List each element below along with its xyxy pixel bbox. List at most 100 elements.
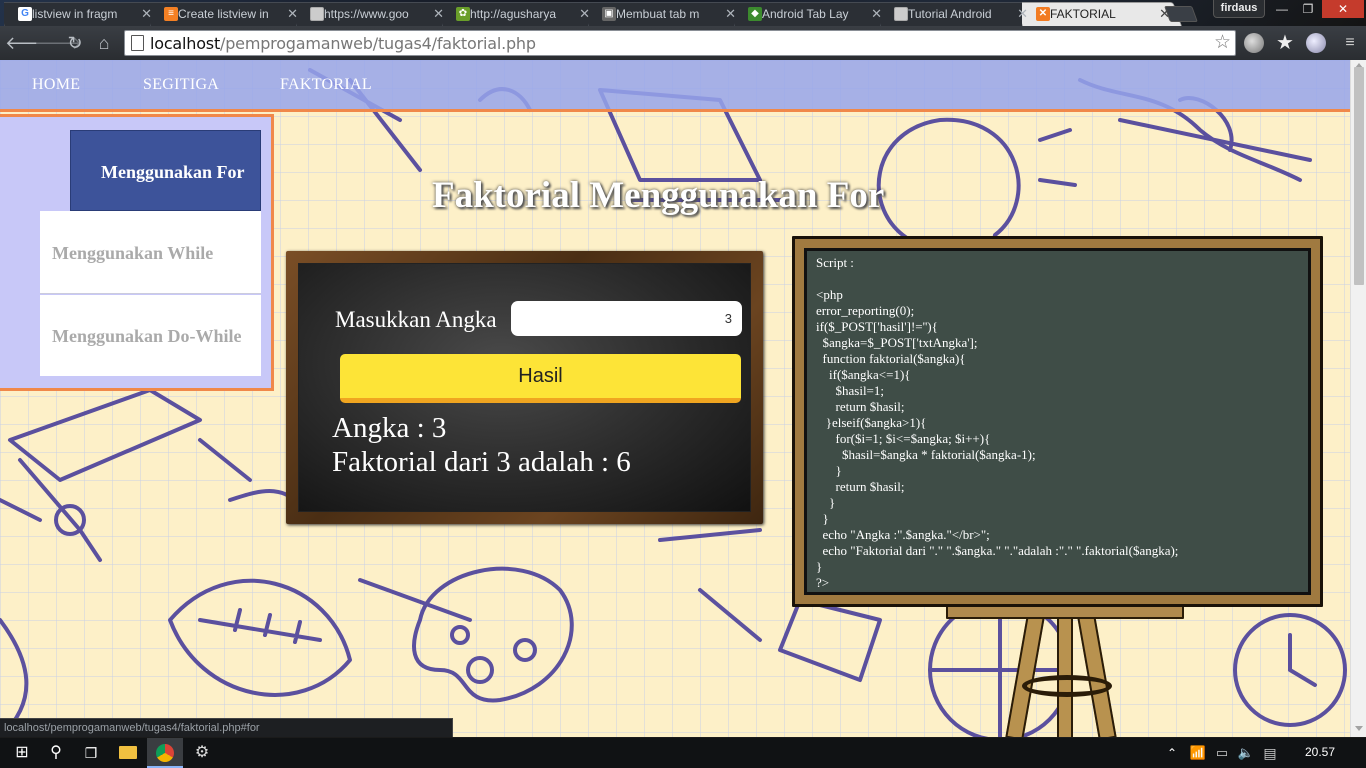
- browser-tab[interactable]: ▣ Membuat tab m ✕: [588, 2, 748, 26]
- result-angka: Angka : 3: [332, 412, 447, 444]
- code-line: echo "Angka :".$angka."</br>";: [816, 527, 990, 542]
- scroll-down-icon[interactable]: [1355, 726, 1363, 731]
- code-line: if($_POST['hasil']!=''){: [816, 319, 938, 334]
- hasil-button[interactable]: Hasil: [340, 354, 741, 403]
- angka-input[interactable]: [511, 301, 742, 336]
- chrome-taskbar-icon[interactable]: [147, 738, 183, 768]
- scrollbar-thumb[interactable]: [1354, 67, 1364, 285]
- browser-tab[interactable]: ✿ http://agusharya ✕: [442, 2, 602, 26]
- gear-favicon-icon: ✿: [456, 7, 470, 21]
- code-line: return $hasil;: [816, 479, 905, 494]
- code-line: return $hasil;: [816, 399, 905, 414]
- google-icon: G: [18, 7, 32, 21]
- code-line: ?>: [816, 575, 830, 590]
- url-host: localhost: [150, 34, 221, 53]
- close-tab-icon[interactable]: ✕: [1159, 2, 1170, 26]
- extension-icon[interactable]: [1306, 33, 1326, 53]
- code-line: Script :: [816, 255, 854, 270]
- code-line: }: [816, 559, 823, 574]
- back-icon[interactable]: 🡐: [5, 31, 53, 55]
- browser-tab[interactable]: https://www.goo ✕: [296, 2, 456, 26]
- stackoverflow-icon: ≡: [164, 7, 178, 21]
- menu-icon[interactable]: ≡: [1340, 33, 1360, 53]
- result-faktorial: Faktorial dari 3 adalah : 6: [332, 446, 631, 478]
- code-line: $hasil=1;: [816, 383, 885, 398]
- code-line: echo "Faktorial dari "." ".$angka." "."a…: [816, 543, 1179, 558]
- tray-chevron-icon[interactable]: ⌃: [1160, 738, 1184, 768]
- maximize-icon[interactable]: ❐: [1294, 0, 1322, 18]
- page-info-icon[interactable]: [131, 35, 144, 51]
- home-icon[interactable]: ⌂: [92, 31, 116, 55]
- bookmark-star-icon[interactable]: ☆: [1214, 31, 1231, 55]
- windows-start-icon[interactable]: ⊞: [4, 738, 40, 768]
- nav-faktorial[interactable]: FAKTORIAL: [280, 76, 372, 94]
- close-tab-icon[interactable]: ✕: [433, 2, 444, 26]
- browser-tab[interactable]: G listview in fragm ✕: [4, 2, 164, 26]
- close-tab-icon[interactable]: ✕: [1017, 2, 1028, 26]
- browser-tab-strip: G listview in fragm ✕ ≡ Create listview …: [0, 0, 1366, 26]
- profile-button[interactable]: firdaus: [1213, 0, 1265, 18]
- nav-segitiga[interactable]: SEGITIGA: [143, 76, 219, 94]
- close-tab-icon[interactable]: ✕: [725, 2, 736, 26]
- browser-tab-active[interactable]: ✕ FAKTORIAL ✕: [1022, 2, 1182, 26]
- top-navbar: HOME SEGITIGA FAKTORIAL: [0, 60, 1350, 112]
- close-window-icon[interactable]: ✕: [1322, 0, 1364, 18]
- chalkboard-form: Masukkan Angka Hasil Angka : 3 Faktorial…: [298, 263, 751, 512]
- nav-home[interactable]: HOME: [32, 76, 80, 94]
- volume-icon[interactable]: 🔈: [1234, 738, 1258, 768]
- browser-tab[interactable]: ◆ Android Tab Lay ✕: [734, 2, 894, 26]
- code-line: }elseif($angka>1){: [816, 415, 927, 430]
- close-tab-icon[interactable]: ✕: [579, 2, 590, 26]
- close-tab-icon[interactable]: ✕: [287, 2, 298, 26]
- extension-icon[interactable]: [1244, 33, 1264, 53]
- code-line: }: [816, 511, 829, 526]
- page-title: Faktorial Menggunakan For: [432, 175, 885, 216]
- input-label: Masukkan Angka: [335, 307, 497, 332]
- close-tab-icon[interactable]: ✕: [141, 2, 152, 26]
- browser-tab[interactable]: ≡ Create listview in ✕: [150, 2, 310, 26]
- web-page: HOME SEGITIGA FAKTORIAL Menggunakan For …: [0, 60, 1350, 737]
- code-board: Script : <php error_reporting(0); if($_P…: [804, 248, 1311, 595]
- task-view-icon[interactable]: ❐: [73, 738, 109, 768]
- sidebar-menu: Menggunakan For Menggunakan While Menggu…: [0, 114, 274, 391]
- reload-icon[interactable]: ↻: [63, 31, 87, 55]
- taskbar-clock[interactable]: 20.57: [1305, 745, 1335, 759]
- code-line: }: [816, 495, 836, 510]
- sidebar-item-do-while[interactable]: Menggunakan Do-While: [40, 295, 261, 376]
- browser-tab[interactable]: Tutorial Android ✕: [880, 2, 1040, 26]
- code-line: function faktorial($angka){: [816, 351, 966, 366]
- url-path: /pemprogamanweb/tugas4/faktorial.php: [220, 34, 536, 53]
- code-board-frame: Script : <php error_reporting(0); if($_P…: [792, 236, 1323, 607]
- sidebar-item-while[interactable]: Menggunakan While: [40, 211, 261, 294]
- page-icon: [894, 7, 908, 21]
- sidebar-item-for[interactable]: Menggunakan For: [70, 130, 261, 211]
- blog-icon: ▣: [602, 7, 616, 21]
- easel-ring: [1022, 675, 1112, 697]
- android-icon: ◆: [748, 7, 762, 21]
- code-line: $angka=$_POST['txtAngka'];: [816, 335, 978, 350]
- minimize-icon[interactable]: —: [1268, 0, 1296, 18]
- search-icon[interactable]: ⚲: [38, 738, 74, 768]
- code-line: }: [816, 463, 842, 478]
- app-taskbar-icon[interactable]: ⚙: [184, 738, 220, 768]
- code-line: $hasil=$angka * faktorial($angka-1);: [816, 447, 1036, 462]
- code-line: if($angka<=1){: [816, 367, 911, 382]
- forward-icon[interactable]: 🡒: [34, 31, 82, 55]
- code-line: error_reporting(0);: [816, 303, 915, 318]
- file-explorer-icon[interactable]: [110, 738, 146, 768]
- chalkboard-frame: Masukkan Angka Hasil Angka : 3 Faktorial…: [286, 251, 763, 524]
- page-icon: [310, 7, 324, 21]
- battery-icon[interactable]: ▭: [1210, 738, 1234, 768]
- network-icon[interactable]: 📶: [1186, 738, 1210, 768]
- star-extension-icon[interactable]: ★: [1275, 33, 1295, 53]
- close-tab-icon[interactable]: ✕: [871, 2, 882, 26]
- xampp-icon: ✕: [1036, 7, 1050, 21]
- notification-icon[interactable]: ▤: [1258, 738, 1282, 768]
- code-line: for($i=1; $i<=$angka; $i++){: [816, 431, 991, 446]
- windows-taskbar: ⊞ ⚲ ❐ ⚙ ⌃ 📶 ▭ 🔈 ▤: [0, 738, 1366, 768]
- page-scrollbar[interactable]: [1350, 60, 1366, 737]
- code-line: <php: [816, 287, 843, 302]
- address-bar[interactable]: localhost/pemprogamanweb/tugas4/faktoria…: [124, 30, 1236, 56]
- status-url-bubble: localhost/pemprogamanweb/tugas4/faktoria…: [0, 718, 453, 737]
